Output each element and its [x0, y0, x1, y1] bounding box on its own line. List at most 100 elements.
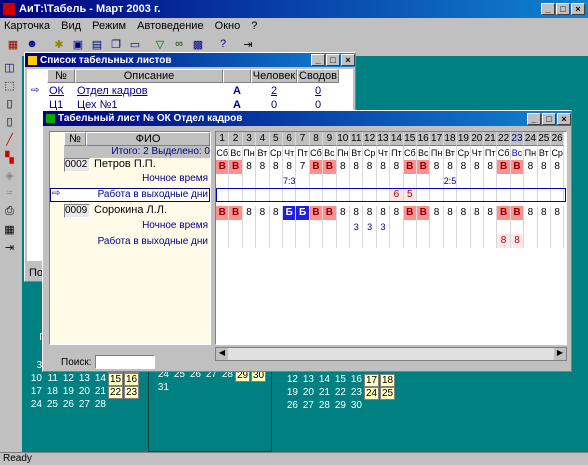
employee-num[interactable]: 0002	[64, 158, 90, 172]
calendar-day[interactable]: 17	[364, 374, 379, 387]
calendar-day[interactable]: 21	[92, 386, 106, 397]
timesheet-cell[interactable]: В	[309, 206, 324, 220]
timesheet-cell[interactable]	[243, 174, 257, 188]
weekday-header[interactable]: Ср	[457, 146, 471, 160]
calendar-day[interactable]: 12	[60, 373, 74, 384]
timesheet-cell[interactable]	[484, 174, 498, 188]
timesheet-cell[interactable]	[363, 174, 377, 188]
timesheet-cell[interactable]	[283, 234, 297, 248]
timesheet-cell[interactable]	[471, 234, 484, 248]
header-num[interactable]: №	[47, 69, 75, 83]
scroll-left-icon[interactable]: ◀	[216, 348, 228, 360]
scroll-right-icon[interactable]: ▶	[554, 348, 566, 360]
weekday-header[interactable]: Сб	[309, 146, 324, 160]
calendar-day[interactable]: 24	[364, 387, 379, 400]
timesheet-cell[interactable]: 8	[551, 206, 565, 220]
timesheet-cell[interactable]: 8	[444, 160, 458, 174]
timesheet-cell[interactable]	[229, 220, 243, 234]
timesheet-cell[interactable]	[497, 188, 511, 202]
timesheet-cell[interactable]	[270, 174, 283, 188]
timesheet-cell[interactable]: 8	[270, 160, 283, 174]
pen-icon[interactable]: ╱	[1, 130, 19, 148]
weekday-header[interactable]: Ср	[363, 146, 377, 160]
day-header[interactable]: 7	[296, 132, 310, 146]
exit2-icon[interactable]: ⇥	[1, 238, 19, 256]
timesheet-cell[interactable]: 8	[256, 206, 270, 220]
timesheet-cell[interactable]	[216, 234, 230, 248]
timesheet-cell[interactable]: В	[216, 160, 230, 174]
calendar-day[interactable]: 26	[284, 400, 298, 411]
timesheet-cell[interactable]: 8	[350, 160, 364, 174]
timesheet-cell[interactable]	[323, 174, 337, 188]
calendar-day[interactable]: 11	[44, 373, 58, 384]
timesheet-cell[interactable]: 8	[390, 160, 404, 174]
timesheet-cell[interactable]	[229, 188, 243, 202]
horizontal-scrollbar[interactable]: ◀ ▶	[215, 347, 567, 361]
calendar-day[interactable]: 10	[28, 373, 42, 384]
timesheet-cell[interactable]: 7:3	[283, 174, 297, 188]
timesheet-cell[interactable]	[216, 188, 230, 202]
timesheet-cell[interactable]	[270, 188, 283, 202]
menu-auto[interactable]: Автоведение	[137, 20, 203, 32]
timesheet-cell[interactable]	[256, 234, 270, 248]
help-icon[interactable]: ?	[214, 35, 232, 53]
maximize-button[interactable]: □	[556, 3, 570, 15]
timesheet-cell[interactable]	[417, 220, 431, 234]
calendar-day[interactable]: 19	[60, 386, 74, 397]
timesheet-cell[interactable]	[310, 220, 324, 234]
calendar-day[interactable]: 13	[300, 374, 314, 385]
weekday-header[interactable]: Чт	[376, 146, 391, 160]
list-row-num[interactable]: ОК	[49, 85, 64, 97]
select-icon[interactable]: ◫	[1, 58, 19, 76]
calendar-day[interactable]: 18	[380, 374, 395, 387]
calendar-day[interactable]: 28	[316, 400, 330, 411]
list-row-desc[interactable]: Отдел кадров	[77, 85, 148, 97]
timesheet-cell[interactable]	[243, 220, 257, 234]
timesheet-cell[interactable]	[404, 174, 417, 188]
cards-icon[interactable]: ▚	[1, 148, 19, 166]
calendar-day[interactable]: 21	[316, 387, 330, 398]
calendar-day[interactable]: 14	[316, 374, 330, 385]
timesheet-cell[interactable]	[471, 188, 484, 202]
calendar-day[interactable]: 29	[332, 400, 346, 411]
menu-view[interactable]: Вид	[61, 20, 81, 32]
day-header[interactable]: 1	[216, 132, 230, 146]
timesheet-cell[interactable]	[417, 234, 431, 248]
timesheet-cell[interactable]	[243, 234, 257, 248]
timesheet-cell[interactable]	[484, 188, 498, 202]
weekday-header[interactable]: Чт	[470, 146, 484, 160]
timesheet-cell[interactable]: 8	[363, 160, 377, 174]
calendar-day[interactable]: 24	[28, 399, 42, 410]
filter-icon[interactable]: ▽	[151, 35, 169, 53]
timesheet-cell[interactable]	[484, 220, 498, 234]
timesheet-cell[interactable]: 8	[283, 160, 297, 174]
timesheet-cell[interactable]	[538, 174, 551, 188]
minimize-button[interactable]: _	[541, 3, 555, 15]
list-row-sv[interactable]: 0	[315, 85, 321, 97]
timesheet-cell[interactable]	[377, 234, 391, 248]
sheet-window-titlebar[interactable]: Табельный лист № ОК Отдел кадров _ □ ×	[43, 111, 571, 126]
timesheet-cell[interactable]	[511, 220, 525, 234]
calendar-day[interactable]: 31	[155, 382, 169, 393]
calendar-day[interactable]: 26	[60, 399, 74, 410]
timesheet-cell[interactable]: 8	[551, 160, 565, 174]
timesheet-cell[interactable]	[337, 188, 350, 202]
employee-col-num[interactable]: №	[64, 132, 86, 146]
timesheet-cell[interactable]	[296, 188, 310, 202]
timesheet-cell[interactable]: В	[403, 206, 417, 220]
timesheet-cell[interactable]	[524, 234, 538, 248]
calendar-day[interactable]: 25	[380, 387, 395, 400]
timesheet-cell[interactable]	[444, 188, 458, 202]
timesheet-cell[interactable]	[256, 174, 270, 188]
calendar-day[interactable]: 15	[332, 374, 346, 385]
page2-icon[interactable]: ▯	[1, 112, 19, 130]
calendar-day[interactable]: 28	[92, 399, 106, 410]
timesheet-cell[interactable]	[310, 174, 324, 188]
timesheet-cell[interactable]	[390, 174, 404, 188]
timesheet-cell[interactable]: 8	[377, 206, 391, 220]
timesheet-cell[interactable]	[283, 188, 297, 202]
calendar-day[interactable]: 27	[76, 399, 90, 410]
timesheet-cell[interactable]	[430, 220, 444, 234]
timesheet-cell[interactable]: 8	[444, 206, 458, 220]
timesheet-cell[interactable]: В	[497, 160, 511, 174]
